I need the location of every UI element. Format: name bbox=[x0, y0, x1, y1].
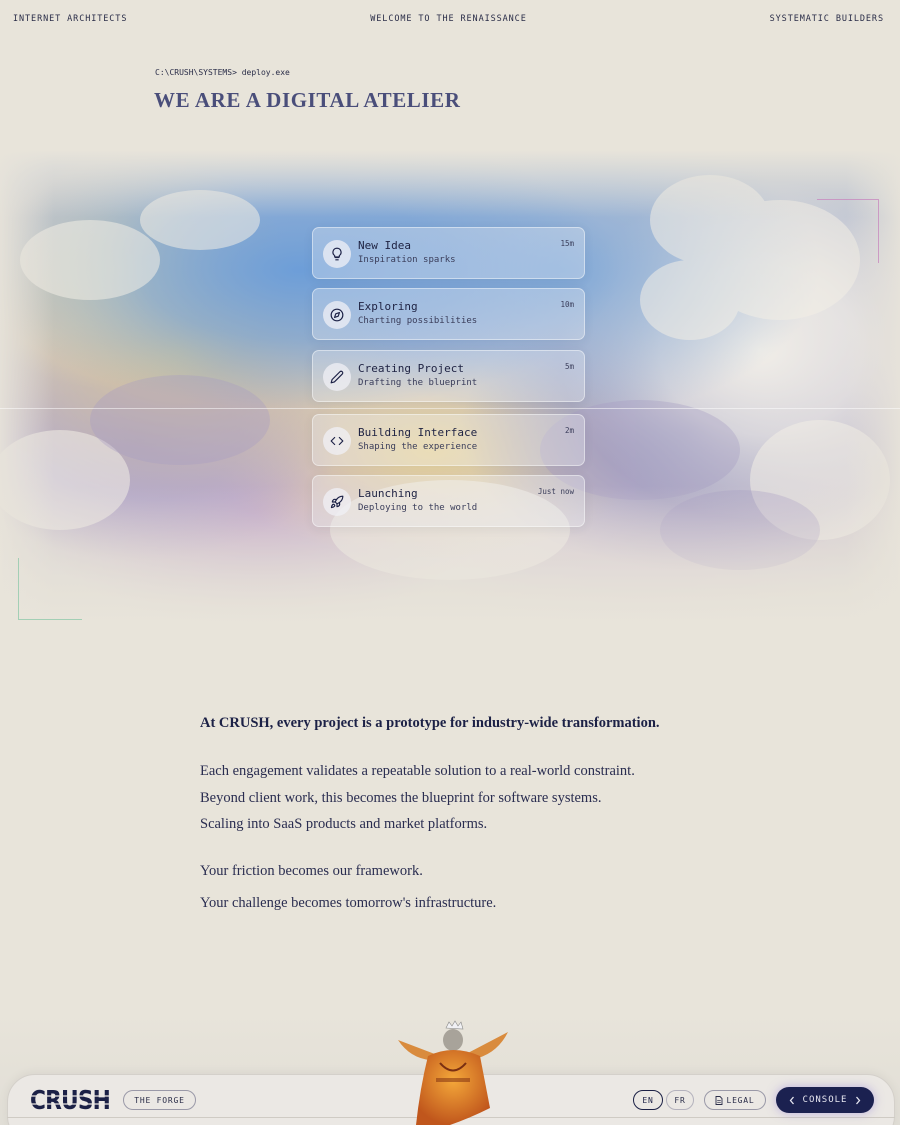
corner-bracket-top-right bbox=[817, 199, 879, 263]
console-label: CONSOLE bbox=[802, 1095, 848, 1105]
compass-icon bbox=[323, 301, 351, 329]
timeline-card-new-idea[interactable]: New Idea Inspiration sparks 15m bbox=[312, 227, 585, 279]
card-time: Just now bbox=[537, 487, 574, 496]
card-title: New Idea bbox=[358, 239, 411, 252]
manifesto-lead: At CRUSH, every project is a prototype f… bbox=[200, 715, 660, 731]
manifesto-line: Each engagement validates a repeatable s… bbox=[200, 763, 635, 779]
header-center-tagline: WELCOME TO THE RENAISSANCE bbox=[370, 14, 527, 24]
crush-logo[interactable]: CRUSH bbox=[29, 1088, 111, 1112]
page-title: WE ARE A DIGITAL ATELIER bbox=[154, 88, 461, 112]
crowned-figure-mascot bbox=[398, 1020, 508, 1125]
logo-text: CRUSH bbox=[30, 1088, 110, 1112]
horizon-divider bbox=[0, 408, 900, 409]
manifesto-closing: Your challenge becomes tomorrow's infras… bbox=[200, 895, 497, 911]
manifesto-line: Scaling into SaaS products and market pl… bbox=[200, 816, 488, 832]
card-time: 15m bbox=[560, 239, 574, 248]
lightbulb-icon bbox=[323, 240, 351, 268]
console-button[interactable]: CONSOLE bbox=[776, 1087, 874, 1113]
chevron-right-icon bbox=[856, 1096, 861, 1104]
corner-bracket-bottom-left bbox=[18, 558, 82, 620]
header-left-tagline: INTERNET ARCHITECTS bbox=[13, 14, 128, 24]
terminal-prompt: C:\CRUSH\SYSTEMS> deploy.exe bbox=[155, 68, 290, 77]
manifesto-closing: Your friction becomes our framework. bbox=[200, 863, 423, 879]
card-subtitle: Charting possibilities bbox=[358, 316, 478, 326]
chevron-left-icon bbox=[789, 1096, 794, 1104]
top-bar: INTERNET ARCHITECTS WELCOME TO THE RENAI… bbox=[13, 14, 884, 24]
card-time: 10m bbox=[560, 300, 574, 309]
legal-button[interactable]: LEGAL bbox=[704, 1090, 766, 1110]
card-subtitle: Shaping the experience bbox=[358, 442, 478, 452]
card-subtitle: Drafting the blueprint bbox=[358, 378, 478, 388]
timeline-card-creating-project[interactable]: Creating Project Drafting the blueprint … bbox=[312, 350, 585, 402]
code-icon bbox=[323, 427, 351, 455]
rocket-icon bbox=[323, 488, 351, 516]
card-title: Creating Project bbox=[358, 362, 464, 375]
card-subtitle: Inspiration sparks bbox=[358, 255, 456, 265]
card-subtitle: Deploying to the world bbox=[358, 503, 478, 513]
legal-label: LEGAL bbox=[726, 1095, 755, 1105]
timeline-card-exploring[interactable]: Exploring Charting possibilities 10m bbox=[312, 288, 585, 340]
card-title: Launching bbox=[358, 487, 418, 500]
document-icon bbox=[716, 1095, 723, 1105]
card-title: Exploring bbox=[358, 300, 418, 313]
manifesto-line: Beyond client work, this becomes the blu… bbox=[200, 790, 602, 806]
timeline-card-launching[interactable]: Launching Deploying to the world Just no… bbox=[312, 475, 585, 527]
the-forge-button[interactable]: THE FORGE bbox=[123, 1090, 196, 1110]
lang-en-button[interactable]: EN bbox=[633, 1090, 663, 1110]
card-title: Building Interface bbox=[358, 426, 478, 439]
timeline-card-building-interface[interactable]: Building Interface Shaping the experienc… bbox=[312, 414, 585, 466]
lang-fr-button[interactable]: FR bbox=[666, 1090, 694, 1110]
header-right-tagline: SYSTEMATIC BUILDERS bbox=[769, 14, 884, 24]
card-time: 5m bbox=[564, 362, 574, 371]
pencil-icon bbox=[323, 363, 351, 391]
card-time: 2m bbox=[564, 426, 574, 435]
